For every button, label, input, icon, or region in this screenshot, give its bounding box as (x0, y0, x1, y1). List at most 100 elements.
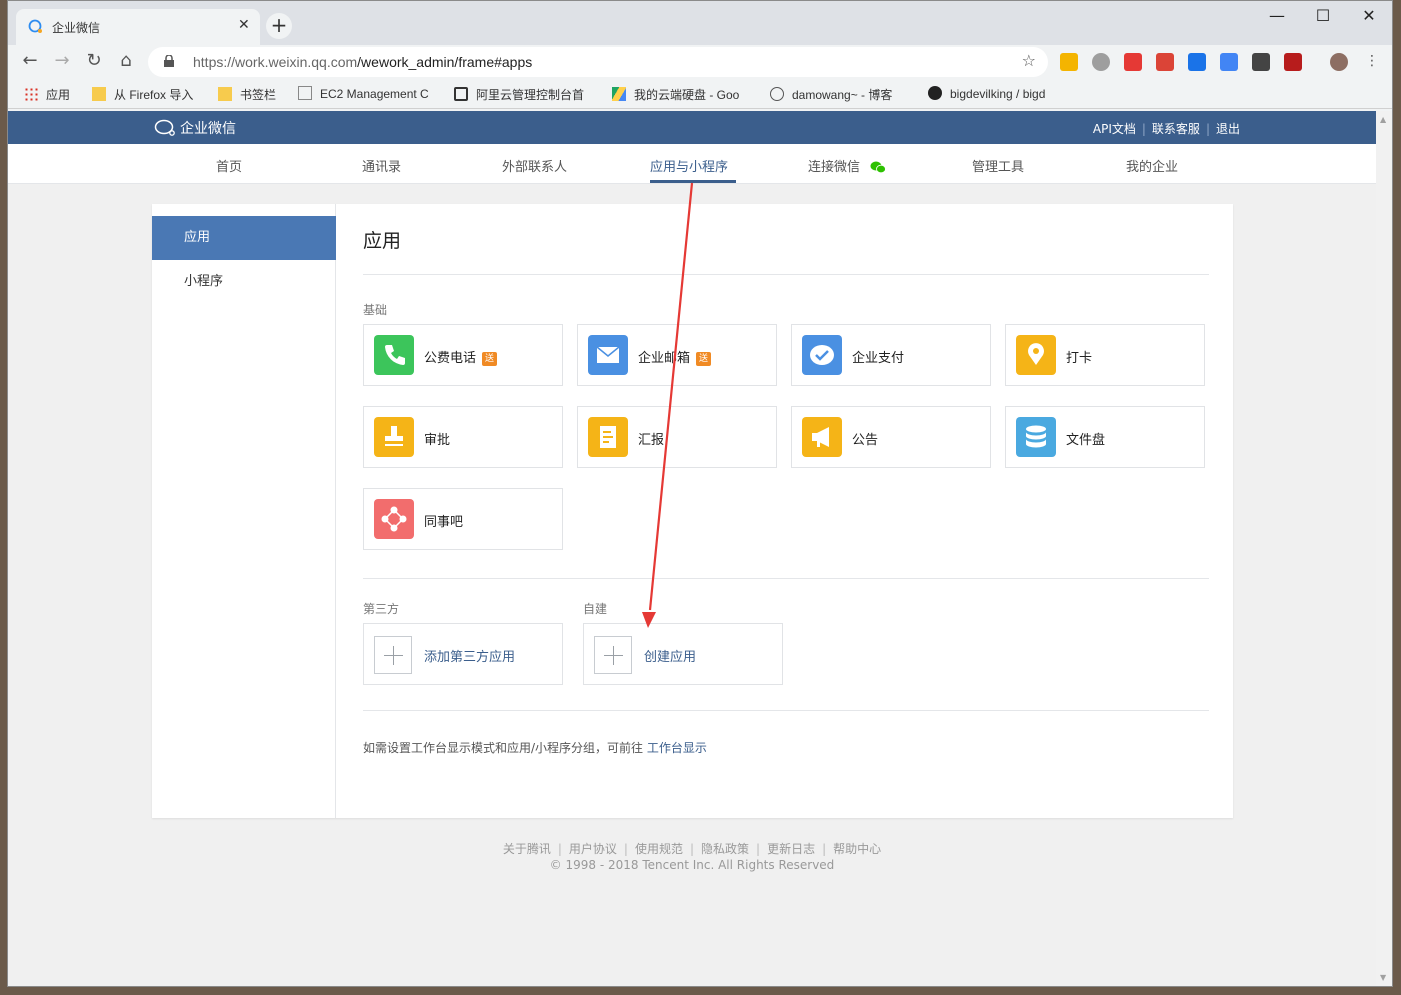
reload-icon[interactable]: ↻ (82, 50, 106, 74)
nav-my-enterprise[interactable]: 我的企业 (1126, 156, 1178, 175)
extension-pdf-icon[interactable] (1284, 53, 1302, 71)
footer-link-rules[interactable]: 使用规范 (635, 842, 683, 856)
sidebar-item-apps[interactable]: 应用 (152, 216, 336, 260)
extension-bulb-icon[interactable] (1092, 53, 1110, 71)
mail-icon (588, 335, 628, 375)
app-card-file-drive[interactable]: 文件盘 (1005, 406, 1205, 468)
sidebar-item-miniprograms[interactable]: 小程序 (152, 260, 336, 304)
app-label: 公告 (852, 433, 879, 448)
app-label: 公费电话送 (424, 347, 498, 366)
wework-topbar: 企业微信 API文档 | 联系客服 | 退出 (8, 111, 1376, 144)
close-window-button[interactable]: ✕ (1346, 5, 1392, 29)
extension-google-translate-icon[interactable] (1220, 53, 1238, 71)
nav-contacts[interactable]: 通讯录 (362, 156, 401, 175)
nav-apps-miniprograms[interactable]: 应用与小程序 (650, 156, 728, 175)
bookmark-github[interactable]: bigdevilking / bigd (928, 86, 1045, 101)
blog-icon (770, 87, 784, 101)
bookmark-drive[interactable]: 我的云端硬盘 - Goo (612, 86, 739, 103)
bookmark-aliyun[interactable]: 阿里云管理控制台首 (454, 86, 584, 103)
tab-bar: 企业微信 ✕ + — ☐ ✕ (8, 1, 1392, 45)
wework-favicon-icon (28, 19, 42, 33)
page-icon (298, 86, 312, 100)
bookmark-apps[interactable]: 应用 (24, 86, 70, 103)
add-third-party-app-button[interactable]: 添加第三方应用 (363, 623, 563, 685)
bookmark-ec2[interactable]: EC2 Management C (298, 86, 429, 101)
scroll-up-arrow-icon[interactable]: ▲ (1380, 115, 1386, 124)
megaphone-icon (802, 417, 842, 457)
app-card-checkin[interactable]: 打卡 (1005, 324, 1205, 386)
address-bar[interactable]: https://work.weixin.qq.com/wework_admin/… (148, 47, 1048, 77)
apps-panel: 应用 小程序 应用 基础 公费电话送 企业邮箱送 企业支付 打卡 审批 汇报 公… (152, 204, 1233, 818)
scroll-down-arrow-icon[interactable]: ▼ (1380, 973, 1386, 982)
workbench-display-link[interactable]: 工作台显示 (647, 741, 707, 755)
footer-link-about[interactable]: 关于腾讯 (503, 842, 551, 856)
page-viewport: 企业微信 API文档 | 联系客服 | 退出 首页 通讯录 外部联系人 应用与小程序 连… (8, 111, 1376, 986)
extension-home-icon[interactable] (1252, 53, 1270, 71)
browser-window: 企业微信 ✕ + — ☐ ✕ ← → ↻ ⌂ https://work.weix… (7, 0, 1393, 987)
nav-management-tools[interactable]: 管理工具 (972, 156, 1024, 175)
wework-logo[interactable]: 企业微信 (154, 118, 236, 138)
nav-home[interactable]: 首页 (216, 156, 242, 175)
network-icon (374, 499, 414, 539)
divider: | (557, 842, 562, 856)
menu-kebab-icon[interactable]: ⋮ (1360, 50, 1384, 74)
footer-link-changelog[interactable]: 更新日志 (767, 842, 815, 856)
app-label: 企业邮箱送 (638, 347, 712, 366)
section-label-third-party: 第三方 (363, 602, 400, 616)
url-path: /wework_admin/frame#apps (357, 54, 533, 70)
logout-link[interactable]: 退出 (1216, 122, 1240, 136)
api-docs-link[interactable]: API文档 (1093, 122, 1136, 136)
divider (363, 710, 1209, 711)
stamp-icon (374, 417, 414, 457)
drive-icon (612, 87, 626, 101)
location-pin-icon (1016, 335, 1056, 375)
contact-support-link[interactable]: 联系客服 (1152, 122, 1200, 136)
footer-link-help[interactable]: 帮助中心 (833, 842, 881, 856)
app-card-enterprise-pay[interactable]: 企业支付 (791, 324, 991, 386)
divider: | (623, 842, 628, 856)
nav-connect-wechat[interactable]: 连接微信 (808, 156, 887, 175)
bookmark-star-icon[interactable]: ☆ (1022, 51, 1036, 70)
footer-link-agreement[interactable]: 用户协议 (569, 842, 617, 856)
app-card-public-phone[interactable]: 公费电话送 (363, 324, 563, 386)
tab-title: 企业微信 (52, 21, 101, 35)
browser-toolbar: ← → ↻ ⌂ https://work.weixin.qq.com/wewor… (8, 45, 1392, 79)
app-card-report[interactable]: 汇报 (577, 406, 777, 468)
app-card-enterprise-mail[interactable]: 企业邮箱送 (577, 324, 777, 386)
page-scrollbar[interactable]: ▲ ▼ (1376, 111, 1392, 986)
maximize-button[interactable]: ☐ (1300, 5, 1346, 29)
divider: | (756, 842, 761, 856)
app-card-colleague-forum[interactable]: 同事吧 (363, 488, 563, 550)
app-card-announcement[interactable]: 公告 (791, 406, 991, 468)
tab-close-icon[interactable]: ✕ (238, 17, 250, 33)
apps-grid-icon (24, 87, 38, 101)
extension-gmail-icon[interactable] (1156, 53, 1174, 71)
browser-tab[interactable]: 企业微信 ✕ (16, 9, 260, 45)
create-app-button[interactable]: 创建应用 (583, 623, 783, 685)
bookmark-firefox[interactable]: 从 Firefox 导入 (92, 86, 193, 103)
github-icon (928, 86, 942, 100)
phone-icon (374, 335, 414, 375)
app-label: 企业支付 (852, 351, 905, 366)
app-card-approval[interactable]: 审批 (363, 406, 563, 468)
home-icon[interactable]: ⌂ (114, 50, 138, 74)
plus-icon (594, 636, 632, 674)
bookmark-bar-folder[interactable]: 书签栏 (218, 86, 276, 103)
extension-color-icon[interactable] (1060, 53, 1078, 71)
divider: | (1141, 122, 1146, 136)
forward-icon[interactable]: → (50, 50, 74, 74)
back-icon[interactable]: ← (18, 50, 42, 74)
bookmark-blog[interactable]: damowang~ - 博客 (770, 86, 892, 103)
footer-link-privacy[interactable]: 隐私政策 (701, 842, 749, 856)
nav-external-contacts[interactable]: 外部联系人 (502, 156, 567, 175)
app-label: 文件盘 (1066, 433, 1106, 448)
minimize-button[interactable]: — (1254, 5, 1300, 29)
profile-avatar[interactable] (1330, 53, 1348, 71)
section-label-basic: 基础 (363, 303, 388, 317)
copyright: © 1998 - 2018 Tencent Inc. All Rights Re… (549, 858, 835, 872)
extension-youtube-icon[interactable] (1124, 53, 1142, 71)
lock-icon (164, 55, 174, 67)
database-icon (1016, 417, 1056, 457)
new-tab-button[interactable]: + (266, 13, 292, 39)
extension-translate-icon[interactable] (1188, 53, 1206, 71)
